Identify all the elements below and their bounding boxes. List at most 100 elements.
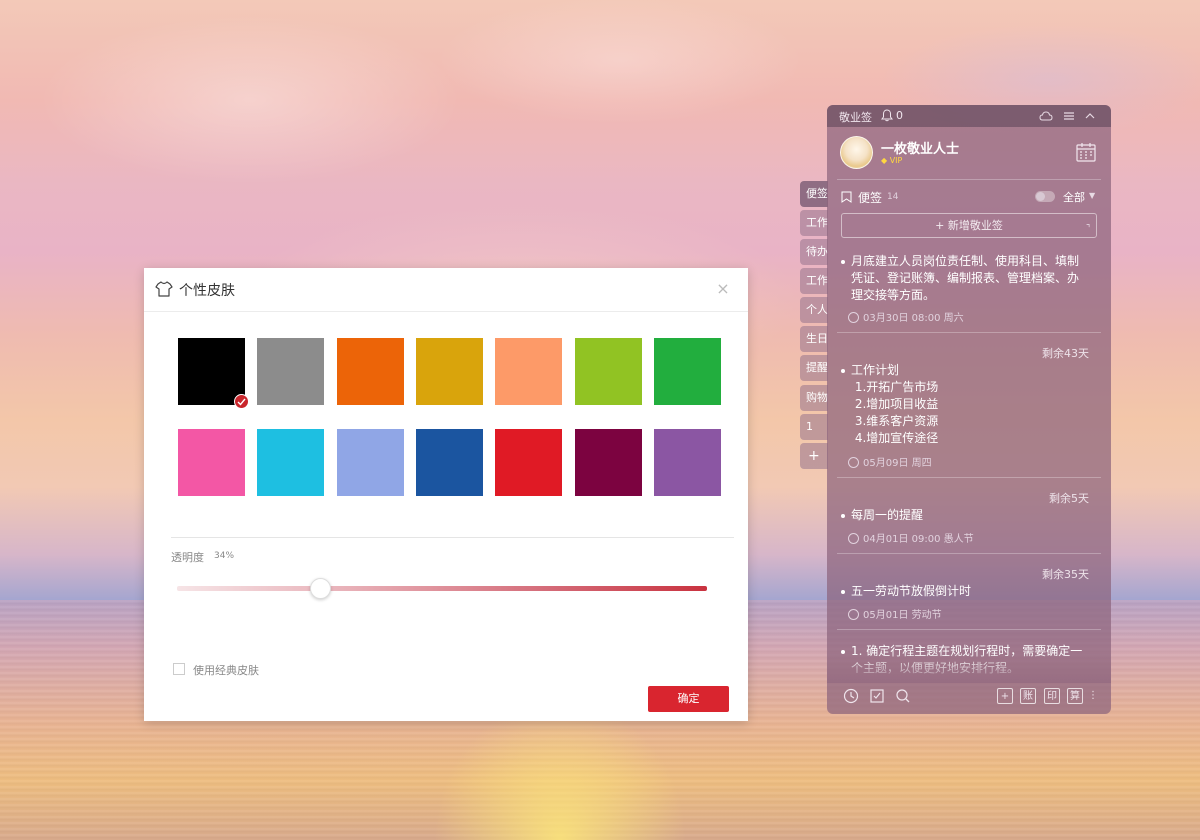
clock-icon	[848, 457, 859, 468]
notes-section-label[interactable]: 便签	[858, 189, 882, 206]
note-line: 凭证、登记账簿、编制报表、管理档案、办	[851, 271, 1080, 285]
note-meta-text: 03月30日 08:00 周六	[863, 313, 964, 324]
bell-icon[interactable]	[881, 109, 893, 122]
note-meta-text: 04月01日 09:00 愚人节	[863, 534, 974, 545]
collapse-icon[interactable]	[1083, 109, 1097, 123]
classic-skin-checkbox[interactable]	[173, 663, 185, 675]
bookmark-icon	[841, 191, 852, 203]
note-item[interactable]: 每周一的提醒	[851, 507, 1097, 524]
color-swatch[interactable]	[178, 429, 245, 496]
add-icon[interactable]: +	[997, 688, 1013, 704]
separator	[837, 629, 1101, 630]
note-item[interactable]: 月底建立人员岗位责任制、使用科目、填制 凭证、登记账簿、编制报表、管理档案、办 理交…	[851, 253, 1097, 304]
note-line: 理交接等方面。	[851, 288, 936, 302]
avatar[interactable]	[840, 136, 873, 169]
note-item[interactable]: 工作计划 1.开拓广告市场 2.增加项目收益 3.维系客户资源 4.增加宣传途径	[851, 362, 1097, 447]
side-tab[interactable]: 购物	[800, 385, 828, 411]
side-tab[interactable]: 个人	[800, 297, 828, 323]
bottom-toolbar: + 账 印 算 ⋮	[827, 683, 1111, 714]
shirt-icon	[155, 281, 173, 297]
color-swatch[interactable]	[257, 429, 325, 496]
opacity-slider-thumb[interactable]	[310, 578, 332, 599]
side-tab[interactable]: 便签	[800, 181, 828, 207]
menu-icon[interactable]	[1062, 109, 1076, 123]
vip-label: VIP	[889, 156, 903, 165]
classic-skin-label: 使用经典皮肤	[193, 664, 259, 677]
color-swatch[interactable]	[336, 429, 404, 496]
color-swatch[interactable]	[178, 338, 249, 409]
opacity-value: 34%	[214, 551, 235, 561]
account-icon[interactable]: 账	[1020, 688, 1036, 704]
note-line: 4.增加宣传途径	[851, 431, 939, 445]
expand-icon[interactable]: ⌝	[1086, 218, 1090, 241]
note-line: 五一劳动节放假倒计时	[851, 584, 972, 598]
side-tab[interactable]: 工作	[800, 268, 828, 294]
note-line: 1.开拓广告市场	[851, 380, 939, 394]
color-swatch[interactable]	[495, 429, 563, 496]
more-icon[interactable]: ⋮	[1088, 688, 1098, 704]
vip-badge: ◆ VIP	[881, 156, 903, 165]
note-meta: 05月01日 劳动节	[848, 606, 942, 621]
color-swatch-grid	[178, 338, 738, 498]
note-item[interactable]: 五一劳动节放假倒计时	[851, 583, 1097, 600]
calculator-icon[interactable]: 算	[1067, 688, 1083, 704]
bullet	[841, 590, 845, 594]
dialog-title: 个性皮肤	[179, 283, 235, 299]
clock-icon[interactable]	[843, 688, 859, 704]
color-swatch[interactable]	[574, 429, 642, 496]
checklist-icon[interactable]	[869, 688, 885, 704]
color-swatch[interactable]	[653, 338, 721, 405]
list-fade	[827, 653, 1111, 683]
sort-toggle[interactable]	[1035, 191, 1055, 202]
remaining-days: 剩余35天	[1042, 568, 1089, 581]
app-name: 敬业签	[839, 111, 872, 124]
separator	[837, 332, 1101, 333]
note-line: 每周一的提醒	[851, 508, 924, 522]
opacity-label: 透明度	[171, 551, 204, 564]
divider	[171, 537, 734, 538]
note-line: 月底建立人员岗位责任制、使用科目、填制	[851, 254, 1080, 268]
selected-check-icon	[234, 394, 249, 409]
bell-count: 0	[896, 109, 903, 122]
close-icon[interactable]: ×	[715, 281, 731, 297]
new-note-button[interactable]: + 新增敬业签 ⌝	[841, 213, 1097, 238]
color-swatch[interactable]	[574, 338, 642, 405]
cloud-icon[interactable]	[1039, 109, 1053, 123]
note-line: 工作计划	[851, 363, 900, 377]
bullet	[841, 369, 845, 373]
side-tab[interactable]: 生日	[800, 326, 828, 352]
color-swatch[interactable]	[336, 338, 404, 405]
search-icon[interactable]	[895, 688, 911, 704]
notes-count: 14	[887, 192, 899, 202]
opacity-slider-track[interactable]	[177, 586, 707, 591]
clock-icon	[848, 312, 859, 323]
separator	[837, 179, 1101, 180]
side-tab[interactable]: 工作	[800, 210, 828, 236]
separator	[837, 477, 1101, 478]
confirm-button[interactable]: 确定	[648, 686, 729, 712]
remaining-days: 剩余5天	[1049, 492, 1089, 505]
add-tab-button[interactable]: +	[800, 443, 828, 469]
chevron-down-icon[interactable]: ▼	[1089, 191, 1095, 200]
filter-dropdown[interactable]: 全部	[1063, 189, 1085, 205]
color-swatch[interactable]	[653, 429, 721, 496]
skin-dialog: 个性皮肤 × 透明度 34% 使用经典皮肤 确定	[144, 268, 748, 721]
side-tab[interactable]: 1	[800, 414, 828, 440]
note-line: 3.维系客户资源	[851, 414, 939, 428]
username: 一枚敬业人士	[881, 142, 960, 157]
color-swatch[interactable]	[495, 338, 563, 405]
note-meta-text: 05月01日 劳动节	[863, 610, 942, 621]
panel-topbar: 敬业签 0	[827, 105, 1111, 127]
note-panel: 敬业签 0 一枚敬业人士 ◆ VIP 便签 14 全部 ▼ + 新增敬业签 ⌝ …	[827, 105, 1111, 714]
calendar-icon[interactable]	[1075, 141, 1097, 163]
side-tab[interactable]: 提醒	[800, 355, 828, 381]
color-swatch[interactable]	[257, 338, 325, 405]
clock-icon	[848, 533, 859, 544]
color-swatch[interactable]	[415, 338, 483, 405]
dialog-header: 个性皮肤 ×	[144, 268, 748, 312]
side-tab[interactable]: 待办	[800, 239, 828, 265]
color-swatch[interactable]	[415, 429, 483, 496]
print-icon[interactable]: 印	[1044, 688, 1060, 704]
note-meta: 05月09日 周四	[848, 454, 932, 469]
note-meta-text: 05月09日 周四	[863, 458, 932, 469]
